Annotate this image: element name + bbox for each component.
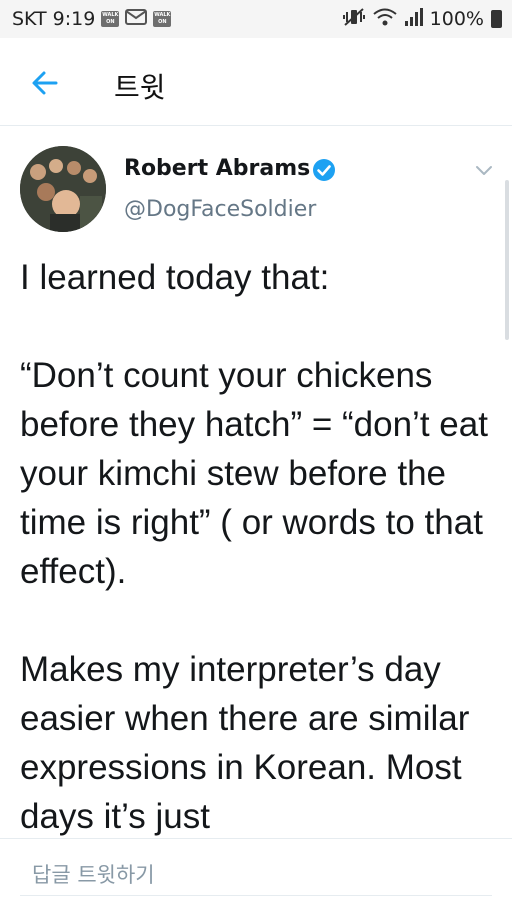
scrollbar[interactable]	[505, 180, 509, 340]
back-arrow-icon[interactable]	[28, 66, 62, 100]
tweet-text: I learned today that: “Don’t count your …	[20, 258, 488, 836]
battery-percent: 100%	[429, 8, 484, 30]
walk-on-icon: WALK ON	[101, 11, 120, 27]
battery-icon	[491, 10, 502, 28]
mute-vibrate-icon	[342, 7, 365, 32]
status-bar: SKT 9:19 WALK ON WALK ON 100%	[0, 0, 512, 38]
avatar[interactable]	[20, 146, 106, 232]
clock: 9:19	[52, 8, 96, 30]
reply-input[interactable]: 답글 트윗하기	[32, 859, 155, 889]
author-handle[interactable]: @DogFaceSoldier	[124, 197, 316, 222]
author-name[interactable]: Robert Abrams	[124, 156, 310, 181]
reply-divider	[20, 895, 492, 896]
wifi-icon	[372, 7, 398, 32]
chevron-down-icon[interactable]	[474, 163, 494, 177]
top-bar: 트윗	[0, 38, 512, 126]
signal-icon	[404, 7, 423, 32]
carrier-label: SKT	[12, 8, 47, 30]
message-icon	[125, 8, 148, 30]
verified-badge-icon	[312, 158, 336, 182]
walk-on-icon-2: WALK ON	[153, 11, 172, 27]
reply-bar: 답글 트윗하기	[0, 838, 512, 910]
page-title: 트윗	[114, 71, 166, 104]
